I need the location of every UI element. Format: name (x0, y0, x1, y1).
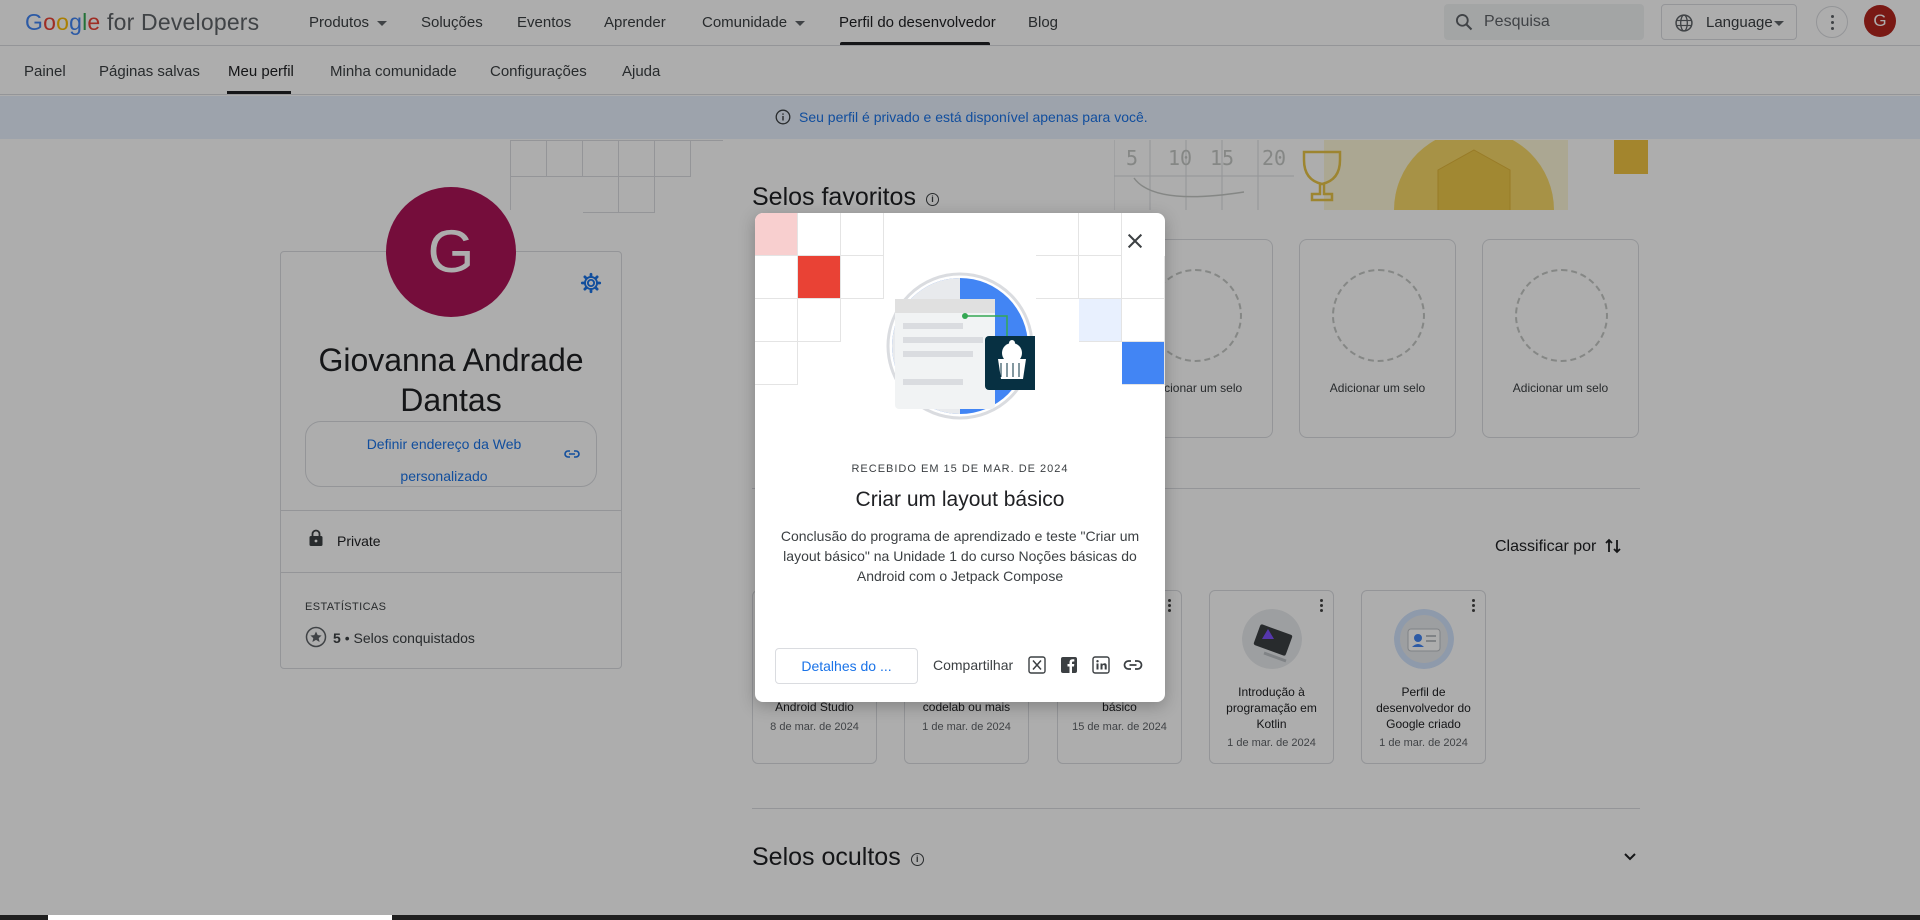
badge-details-dialog: RECEBIDO EM 15 DE MAR. DE 2024 Criar um … (755, 213, 1165, 702)
share-label: Compartilhar (933, 657, 1014, 673)
badge-title: Criar um layout básico (855, 488, 1065, 511)
linkedin-icon[interactable] (1092, 656, 1110, 674)
x-icon[interactable] (1028, 656, 1046, 674)
facebook-icon[interactable] (1060, 656, 1078, 674)
close-dialog-button[interactable] (1121, 227, 1149, 255)
link-icon[interactable] (1123, 656, 1143, 674)
jetpack-compose-badge-image (886, 272, 1035, 420)
badge-received-date: RECEBIDO EM 15 DE MAR. DE 2024 (851, 463, 1069, 475)
bottom-bar (0, 915, 1920, 920)
badge-details-button[interactable]: Detalhes do ... (775, 648, 918, 684)
badge-description: Conclusão do programa de aprendizado e t… (780, 528, 1140, 584)
